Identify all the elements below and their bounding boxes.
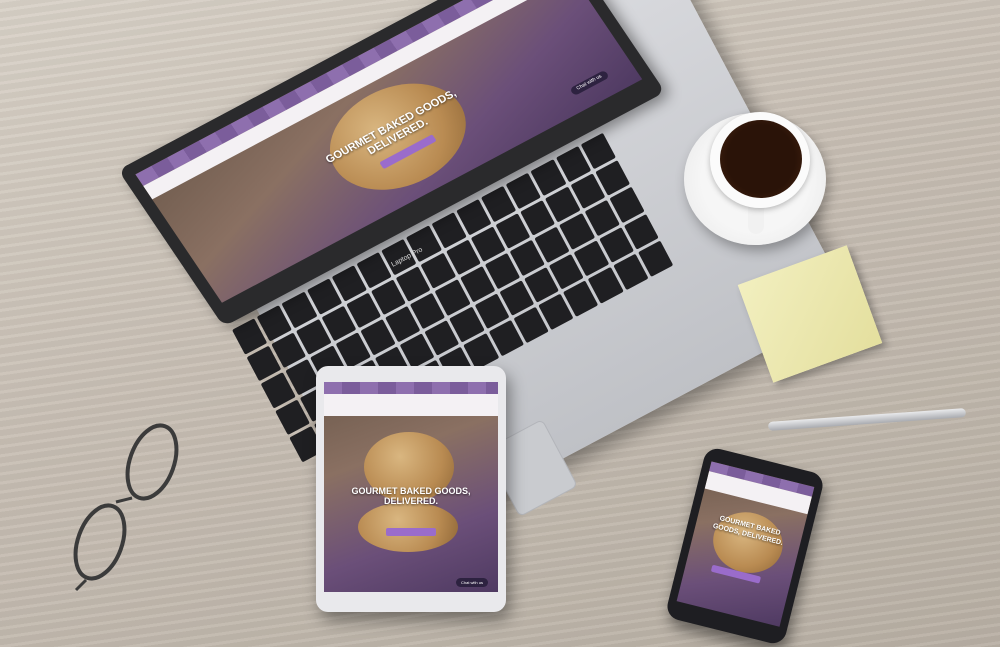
- desk-scene: GOURMET BAKED GOODS, DELIVERED. Chat wit…: [0, 0, 1000, 647]
- tablet-website: GOURMET BAKED GOODS, DELIVERED. Chat wit…: [324, 382, 498, 592]
- coffee: [720, 120, 802, 198]
- hero-title: GOURMET BAKED GOODS, DELIVERED.: [351, 486, 471, 506]
- chat-button: Chat with us: [456, 578, 488, 587]
- chat-button: Chat with us: [569, 69, 610, 97]
- pen: [767, 408, 967, 431]
- smartphone: GOURMET BAKED GOODS, DELIVERED.: [664, 445, 826, 647]
- brand-stripe: [324, 382, 498, 394]
- hero-cta-button: [386, 528, 436, 536]
- tablet: GOURMET BAKED GOODS, DELIVERED. Chat wit…: [316, 366, 506, 612]
- eyeglasses: [73, 423, 179, 592]
- phone-website: GOURMET BAKED GOODS, DELIVERED.: [676, 461, 815, 627]
- site-navbar: [324, 394, 498, 416]
- cookie-image: [358, 502, 458, 552]
